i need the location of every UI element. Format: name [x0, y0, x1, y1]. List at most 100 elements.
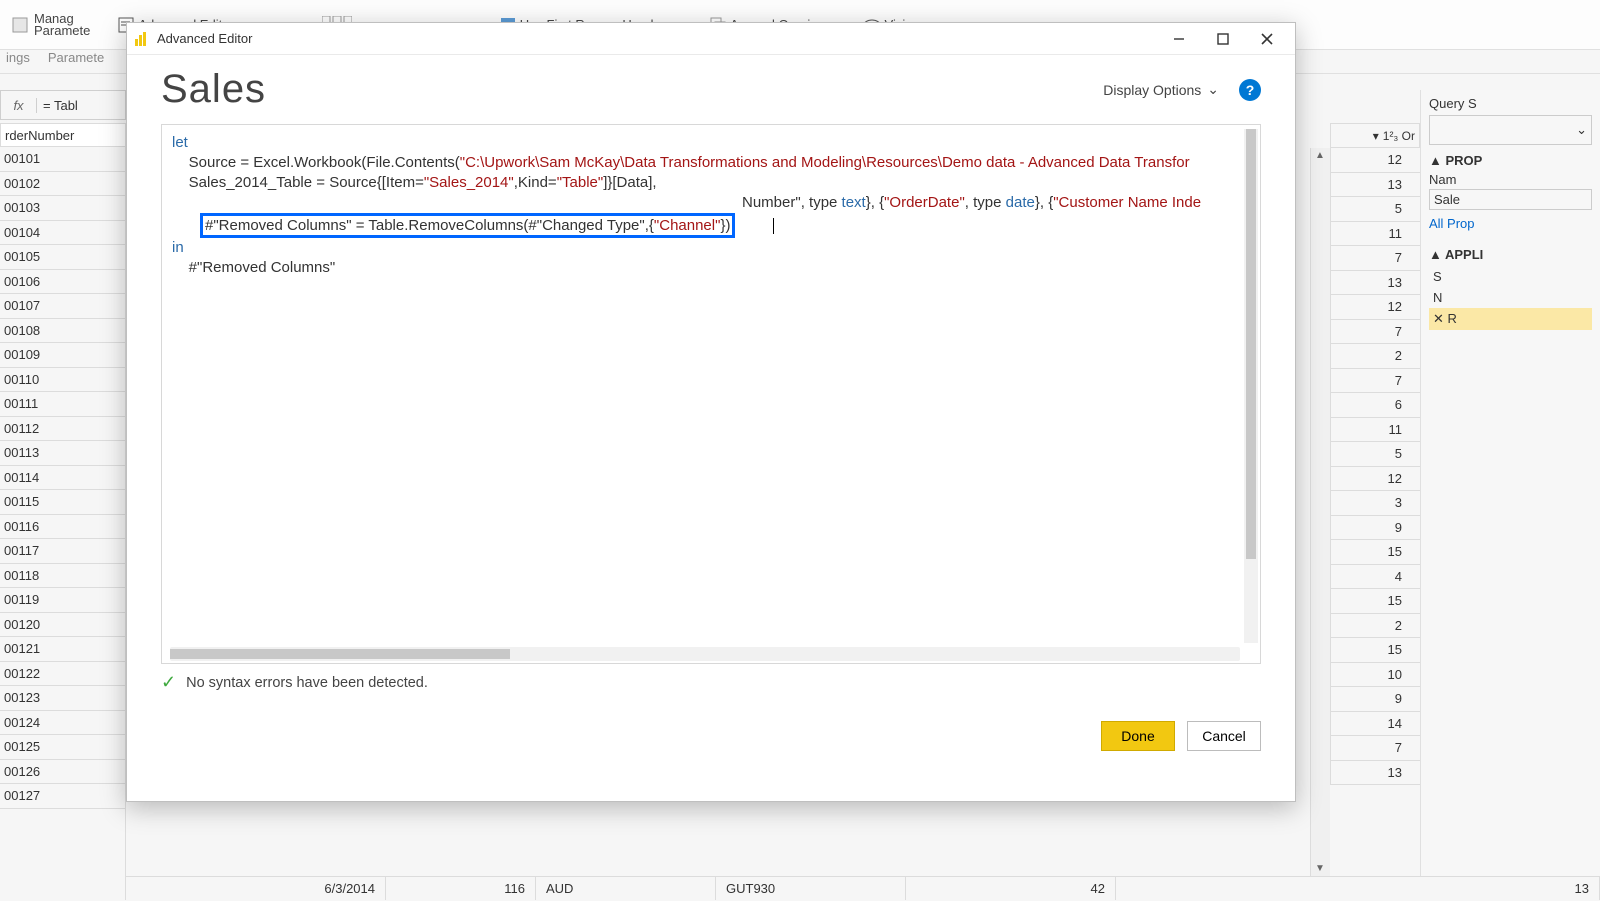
table-cell: 00107 [0, 294, 125, 319]
token: , type [801, 194, 842, 211]
query-name-heading: Sales [161, 67, 266, 112]
maximize-button[interactable] [1201, 24, 1245, 54]
table-cell: 00122 [0, 662, 125, 687]
table-cell: 13 [1330, 761, 1420, 786]
syntax-status: ✓ No syntax errors have been detected. [161, 672, 1261, 693]
token: date [1006, 194, 1035, 211]
table-cell: 4 [1330, 565, 1420, 590]
token: ,Kind= [514, 174, 557, 191]
table-cell: 00111 [0, 392, 125, 417]
chevron-down-icon: ▾ [1373, 129, 1379, 143]
token: , type [965, 194, 1006, 211]
applied-step[interactable]: S [1429, 266, 1592, 287]
scroll-thumb[interactable] [1246, 129, 1256, 559]
table-cell: 6 [1330, 393, 1420, 418]
section-properties: ▲ PROP [1429, 153, 1592, 168]
scroll-thumb[interactable] [170, 649, 510, 659]
token: "C:\Upwork\Sam McKay\Data Transformation… [460, 154, 1190, 171]
table-cell: 2 [1330, 344, 1420, 369]
editor-horizontal-scrollbar[interactable] [170, 647, 1240, 661]
help-button[interactable]: ? [1239, 79, 1261, 101]
token: ]}[Data], [603, 174, 656, 191]
token: "Table" [557, 174, 604, 191]
dialog-button-row: Done Cancel [127, 721, 1295, 751]
table-cell: 00125 [0, 735, 125, 760]
cell: GUT930 [716, 877, 906, 900]
fx-icon: fx [1, 98, 37, 113]
table-cell: 00108 [0, 319, 125, 344]
checkmark-icon: ✓ [161, 672, 176, 693]
applied-step[interactable]: N [1429, 287, 1592, 308]
table-cell: 00113 [0, 441, 125, 466]
table-cell: 00127 [0, 784, 125, 809]
table-cell: 00120 [0, 613, 125, 638]
table-cell: 00105 [0, 245, 125, 270]
table-cell: 00119 [0, 588, 125, 613]
table-cell: 00118 [0, 564, 125, 589]
cell: 13 [1116, 877, 1600, 900]
done-button[interactable]: Done [1101, 721, 1175, 751]
code-editor[interactable]: let Source = Excel.Workbook(File.Content… [161, 124, 1261, 664]
cell: 116 [386, 877, 536, 900]
code-content: let Source = Excel.Workbook(File.Content… [162, 125, 1260, 278]
ribbon-manage-parameters[interactable]: Manag​ Paramete [6, 11, 94, 39]
table-cell: 15 [1330, 589, 1420, 614]
close-button[interactable] [1245, 24, 1289, 54]
token: "OrderDate" [884, 194, 965, 211]
table-cell: 11 [1330, 222, 1420, 247]
all-properties-link[interactable]: All Prop [1429, 216, 1592, 231]
panel-title: Query S [1429, 96, 1592, 111]
table-cell: 9 [1330, 687, 1420, 712]
table-cell: 00115 [0, 490, 125, 515]
table-cell: 15 [1330, 638, 1420, 663]
numeric-column-header[interactable]: ▾ 1²₃ Or [1330, 123, 1420, 148]
editor-vertical-scrollbar[interactable] [1244, 129, 1258, 643]
preview-status-row: 6/3/2014 116 AUD GUT930 42 13 [126, 876, 1600, 900]
table-cell: 11 [1330, 418, 1420, 443]
table-cell: 00112 [0, 417, 125, 442]
token: }, { [866, 194, 884, 211]
formula-bar[interactable]: fx = Tabl [0, 90, 126, 120]
query-settings-dropdown[interactable]: ⌄ [1429, 115, 1592, 145]
table-cell: 5 [1330, 197, 1420, 222]
cell: 42 [906, 877, 1116, 900]
column-header[interactable]: rderNumber [0, 123, 126, 147]
table-cell: 9 [1330, 516, 1420, 541]
table-cell: 7 [1330, 246, 1420, 271]
table-cell: 12 [1330, 295, 1420, 320]
query-settings-panel: Query S ⌄ ▲ PROP Nam Sale All Prop ▲ APP… [1420, 90, 1600, 876]
dialog-title: Advanced Editor [157, 31, 252, 46]
token: let [172, 134, 188, 151]
section-label: Paramete [48, 50, 104, 73]
section-label: ings [6, 50, 30, 73]
preview-vertical-scrollbar[interactable] [1310, 148, 1330, 876]
token: "Customer Name Inde [1053, 194, 1201, 211]
data-column-numeric: 121351171312727611512391541521510914713 [1330, 148, 1420, 876]
table-cell: 00104 [0, 221, 125, 246]
token: }) [720, 217, 730, 234]
token: "Sales_2014" [424, 174, 514, 191]
table-cell: 00117 [0, 539, 125, 564]
table-cell: 10 [1330, 663, 1420, 688]
minimize-button[interactable] [1157, 24, 1201, 54]
table-cell: 00109 [0, 343, 125, 368]
table-cell: 00102 [0, 172, 125, 197]
name-input[interactable]: Sale [1429, 189, 1592, 210]
chevron-down-icon: ⌄ [1576, 122, 1587, 138]
table-cell: 00106 [0, 270, 125, 295]
token: Sales_2014_Table = Source{[Item= [172, 174, 424, 191]
powerbi-logo-icon [133, 31, 149, 47]
table-cell: 14 [1330, 712, 1420, 737]
section-applied-steps: ▲ APPLI [1429, 247, 1592, 262]
token: text [842, 194, 866, 211]
dialog-title-bar: Advanced Editor [127, 23, 1295, 55]
token: Source = Excel.Workbook(File.Contents( [172, 154, 460, 171]
table-cell: 12 [1330, 467, 1420, 492]
token: }, { [1035, 194, 1053, 211]
table-cell: 00110 [0, 368, 125, 393]
display-options-dropdown[interactable]: Display Options ⌄ [1097, 77, 1225, 102]
formula-text: = Tabl [37, 98, 78, 113]
cancel-button[interactable]: Cancel [1187, 721, 1261, 751]
applied-step[interactable]: ✕ R [1429, 308, 1592, 330]
ribbon-label: Manag​ Paramete [34, 13, 90, 37]
